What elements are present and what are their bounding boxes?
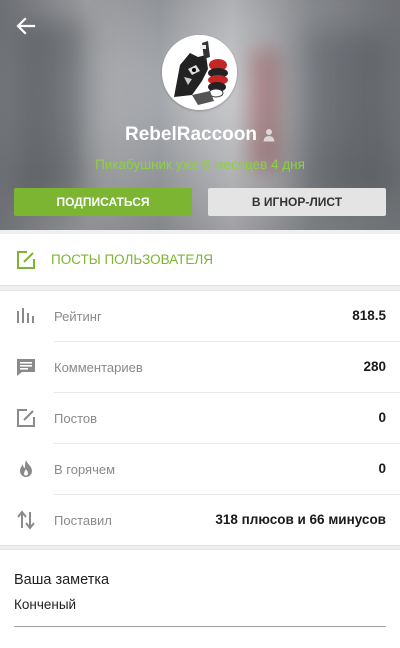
stat-label: Постов — [54, 411, 98, 426]
edit-icon — [15, 407, 37, 429]
user-posts-link[interactable]: ПОСТЫ ПОЛЬЗОВАТЕЛЯ — [0, 234, 400, 286]
back-button[interactable] — [12, 12, 40, 40]
membership-duration: Пикабушник уже 6 месяцев 4 дня — [95, 157, 305, 172]
bar-chart-icon — [15, 305, 37, 327]
user-stats: Рейтинг 818.5 Комментариев 280 Постов 0 — [0, 290, 400, 546]
stat-hot: В горячем 0 — [0, 444, 400, 495]
stat-comments: Комментариев 280 — [0, 342, 400, 393]
avatar[interactable] — [162, 35, 237, 110]
comment-icon — [15, 356, 37, 378]
stat-value: 818.5 — [352, 308, 386, 323]
stat-rating: Рейтинг 818.5 — [0, 291, 400, 342]
stat-value: 0 — [378, 461, 386, 476]
stat-label: Поставил — [54, 513, 112, 528]
username-row: RebelRaccoon — [0, 124, 400, 146]
stat-value: 0 — [378, 410, 386, 425]
user-posts-label: ПОСТЫ ПОЛЬЗОВАТЕЛЯ — [51, 252, 213, 267]
user-note: Ваша заметка Конченый — [0, 549, 400, 648]
arrow-left-icon — [16, 17, 36, 35]
user-icon — [263, 128, 275, 142]
stat-posts: Постов 0 — [0, 393, 400, 444]
stat-label: Рейтинг — [54, 309, 102, 324]
edit-icon — [16, 250, 36, 270]
sort-arrows-icon — [15, 509, 37, 531]
raccoon-avatar-image — [162, 35, 237, 110]
flame-icon — [15, 458, 37, 480]
stat-label: В горячем — [54, 462, 116, 477]
ignore-list-button[interactable]: В ИГНОР-ЛИСТ — [208, 188, 386, 216]
subscribe-button[interactable]: ПОДПИСАТЬСЯ — [14, 188, 192, 216]
stat-value: 318 плюсов и 66 минусов — [215, 512, 386, 527]
stat-label: Комментариев — [54, 360, 143, 375]
note-field[interactable]: Конченый — [14, 597, 76, 612]
stat-votes: Поставил 318 плюсов и 66 минусов — [0, 495, 400, 546]
username: RebelRaccoon — [125, 124, 257, 145]
note-underline — [14, 626, 386, 627]
stat-value: 280 — [363, 359, 386, 374]
profile-header: RebelRaccoon Пикабушник уже 6 месяцев 4 … — [0, 0, 400, 230]
note-title: Ваша заметка — [14, 572, 110, 588]
